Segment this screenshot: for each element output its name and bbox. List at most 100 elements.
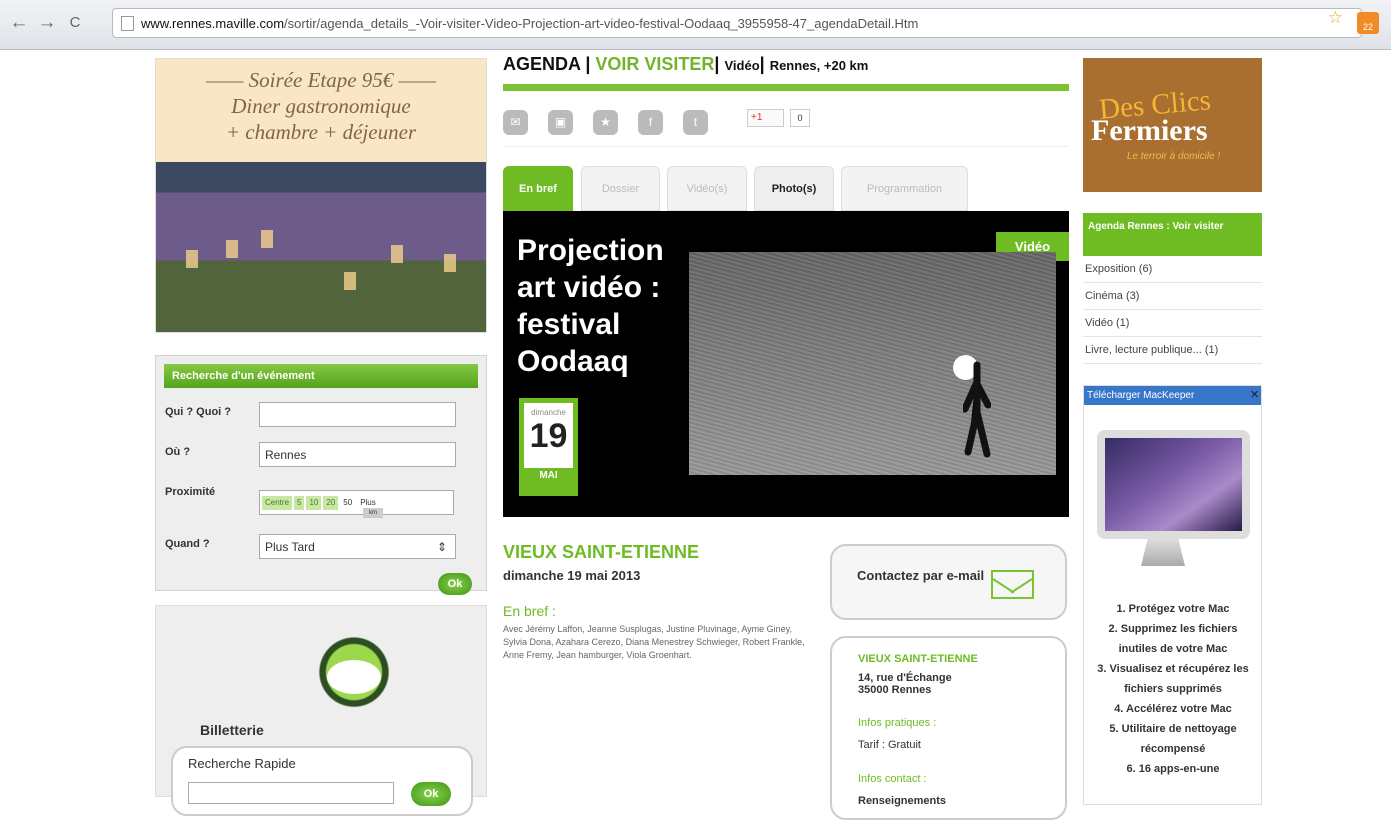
tab-dossier[interactable]: Dossier: [581, 166, 660, 211]
mackeeper-feature: 2. Supprimez les fichiers inutiles de vo…: [1108, 623, 1238, 655]
monitor-stand: [1141, 539, 1185, 566]
reload-icon[interactable]: C: [64, 12, 86, 34]
mackeeper-feature: 1. Protégez votre Mac: [1116, 603, 1230, 615]
url[interactable]: www.rennes.maville.com/sortir/agenda_det…: [141, 16, 918, 31]
mackeeper-title[interactable]: Télécharger MacKeeper: [1084, 386, 1261, 405]
event-summary: Avec Jérémy Laffon, Jeanne Susplugas, Ju…: [503, 624, 805, 660]
hotel-ad-line2: Diner gastronomique: [231, 94, 411, 118]
facebook-icon[interactable]: f: [638, 110, 663, 135]
mackeeper-feature: 4. Accélérez votre Mac: [1114, 703, 1232, 715]
event-hero-title: Projection art vidéo : festival Oodaaq: [517, 234, 664, 378]
tab-photos[interactable]: Photo(s): [754, 166, 834, 211]
agenda-category-item[interactable]: Vidéo (1): [1083, 310, 1262, 337]
agenda-categories: Agenda Rennes : Voir visiter Exposition …: [1083, 213, 1262, 364]
tab-programmation[interactable]: Programmation: [841, 166, 968, 211]
left-column: —— Soirée Etape 95€ —— Diner gastronomiq…: [155, 58, 487, 816]
agenda-category-item[interactable]: Exposition (6): [1083, 256, 1262, 283]
hotel-advertisement[interactable]: —— Soirée Etape 95€ —— Diner gastronomiq…: [155, 58, 487, 333]
mascot-face-icon: [327, 660, 381, 694]
proximity-option[interactable]: 10: [306, 496, 322, 510]
photo-texture: [689, 252, 1056, 475]
when-label: Quand ?: [165, 538, 210, 550]
date-weekday: dimanche: [531, 408, 566, 417]
practical-info-label: Infos pratiques :: [858, 717, 937, 729]
search-ok-button[interactable]: Ok: [438, 573, 472, 595]
browser-toolbar: ← → C www.rennes.maville.com/sortir/agen…: [0, 0, 1391, 50]
mackeeper-feature-list: 1. Protégez votre Mac 2. Supprimez les f…: [1089, 599, 1257, 779]
agenda-category-item[interactable]: Cinéma (3): [1083, 283, 1262, 310]
forward-icon[interactable]: →: [36, 12, 58, 34]
breadcrumb-voir-visiter[interactable]: VOIR VISITER: [595, 54, 714, 74]
close-icon[interactable]: ×: [1250, 386, 1259, 404]
who-label: Qui ? Quoi ?: [165, 406, 231, 418]
right-column: Des Clics Fermiers Le terroir à domicile…: [1083, 58, 1262, 805]
print-icon[interactable]: ▣: [548, 110, 573, 135]
event-hero: Projection art vidéo : festival Oodaaq V…: [503, 211, 1069, 517]
tab-videos[interactable]: Vidéo(s): [667, 166, 747, 211]
when-select[interactable]: Plus Tard ⇕: [259, 534, 456, 559]
select-arrows-icon: ⇕: [436, 540, 447, 554]
venue-street: 14, rue d'Échange: [858, 672, 952, 684]
event-photo[interactable]: [689, 252, 1056, 475]
venue-address: 14, rue d'Échange 35000 Rennes: [858, 672, 952, 696]
where-input[interactable]: Rennes: [259, 442, 456, 467]
venue-city: 35000 Rennes: [858, 684, 932, 696]
agenda-categories-title[interactable]: Agenda Rennes : Voir visiter: [1083, 213, 1262, 256]
event-main-column: AGENDA | VOIR VISITER| Vidéo| Rennes, +2…: [503, 54, 1069, 820]
twitter-icon[interactable]: t: [683, 110, 708, 135]
mackeeper-feature: 3. Visualisez et récupérez les fichiers …: [1097, 663, 1249, 695]
proximity-slider[interactable]: Centre 5 10 20 50 Plus km: [259, 490, 454, 518]
hotel-ad-line3: + chambre + déjeuner: [225, 120, 417, 144]
breadcrumb-agenda[interactable]: AGENDA: [503, 54, 580, 74]
date-month: MAI: [539, 470, 558, 481]
page: —— Soirée Etape 95€ —— Diner gastronomiq…: [0, 50, 1391, 820]
mackeeper-feature: 6. 16 apps-en-une: [1126, 763, 1220, 775]
proximity-option[interactable]: Centre: [262, 496, 293, 510]
breadcrumb-location[interactable]: Rennes, +20 km: [770, 58, 869, 73]
quick-search-box: Recherche Rapide Ok: [171, 746, 473, 816]
contact-email-label: Contactez par e-mail: [857, 568, 985, 583]
contact-info-value: Renseignements: [858, 795, 947, 807]
hotel-ad-line1: —— Soirée Etape 95€ ——: [206, 68, 436, 92]
event-date-card: dimanche 19 MAI: [519, 398, 578, 496]
favorite-icon[interactable]: ★: [593, 110, 618, 135]
bookmark-star-icon[interactable]: ☆: [1328, 8, 1343, 28]
hotel-ad-text: —— Soirée Etape 95€ —— Diner gastronomiq…: [156, 59, 486, 162]
agenda-category-item[interactable]: Livre, lecture publique... (1): [1083, 337, 1262, 364]
des-clics-fermiers-advertisement[interactable]: Des Clics Fermiers Le terroir à domicile…: [1083, 58, 1262, 192]
breadcrumb-video[interactable]: Vidéo: [724, 58, 759, 73]
event-search-title: Recherche d'un événement: [164, 364, 478, 388]
breadcrumb: AGENDA | VOIR VISITER| Vidéo| Rennes, +2…: [503, 54, 869, 74]
back-icon[interactable]: ←: [8, 12, 30, 34]
google-plus-count: 0: [790, 109, 810, 127]
email-share-icon[interactable]: ✉: [503, 110, 528, 135]
terroir-tagline: Le terroir à domicile !: [1126, 151, 1221, 162]
tab-en-bref[interactable]: En bref: [503, 166, 573, 211]
mackeeper-feature: 5. Utilitaire de nettoyage récompensé: [1109, 723, 1237, 755]
walking-person-illustration: [963, 361, 991, 458]
venue-name[interactable]: VIEUX SAINT-ETIENNE: [858, 653, 978, 665]
quick-search-input[interactable]: [188, 782, 394, 804]
who-input[interactable]: [259, 402, 456, 427]
contact-info-label: Infos contact :: [858, 773, 927, 785]
mackeeper-advertisement[interactable]: Télécharger MacKeeper × 1. Protégez votr…: [1083, 385, 1262, 805]
proximity-option[interactable]: 20: [323, 496, 339, 510]
mail-icon: [991, 570, 1034, 599]
event-tabs: En bref Dossier Vidéo(s) Photo(s) Progra…: [503, 166, 1069, 211]
date-card-inner: dimanche 19: [524, 403, 573, 468]
proximity-option[interactable]: 50: [340, 496, 356, 510]
rss-icon[interactable]: 22: [1357, 12, 1379, 34]
where-label: Où ?: [165, 446, 191, 458]
proximity-km-indicator[interactable]: km: [363, 508, 383, 518]
contact-email-button[interactable]: Contactez par e-mail: [830, 544, 1067, 620]
proximity-option[interactable]: 5: [294, 496, 305, 510]
fermiers-line: Fermiers: [1091, 114, 1208, 147]
quick-search-ok-button[interactable]: Ok: [411, 782, 451, 806]
date-day: 19: [529, 417, 568, 455]
address-bar[interactable]: www.rennes.maville.com/sortir/agenda_det…: [112, 8, 1362, 38]
page-icon: [121, 16, 134, 31]
hotel-image: [156, 162, 486, 332]
google-plus-button[interactable]: +1: [747, 109, 784, 127]
monitor-illustration: [1097, 430, 1250, 539]
breadcrumb-divider: [503, 84, 1069, 91]
